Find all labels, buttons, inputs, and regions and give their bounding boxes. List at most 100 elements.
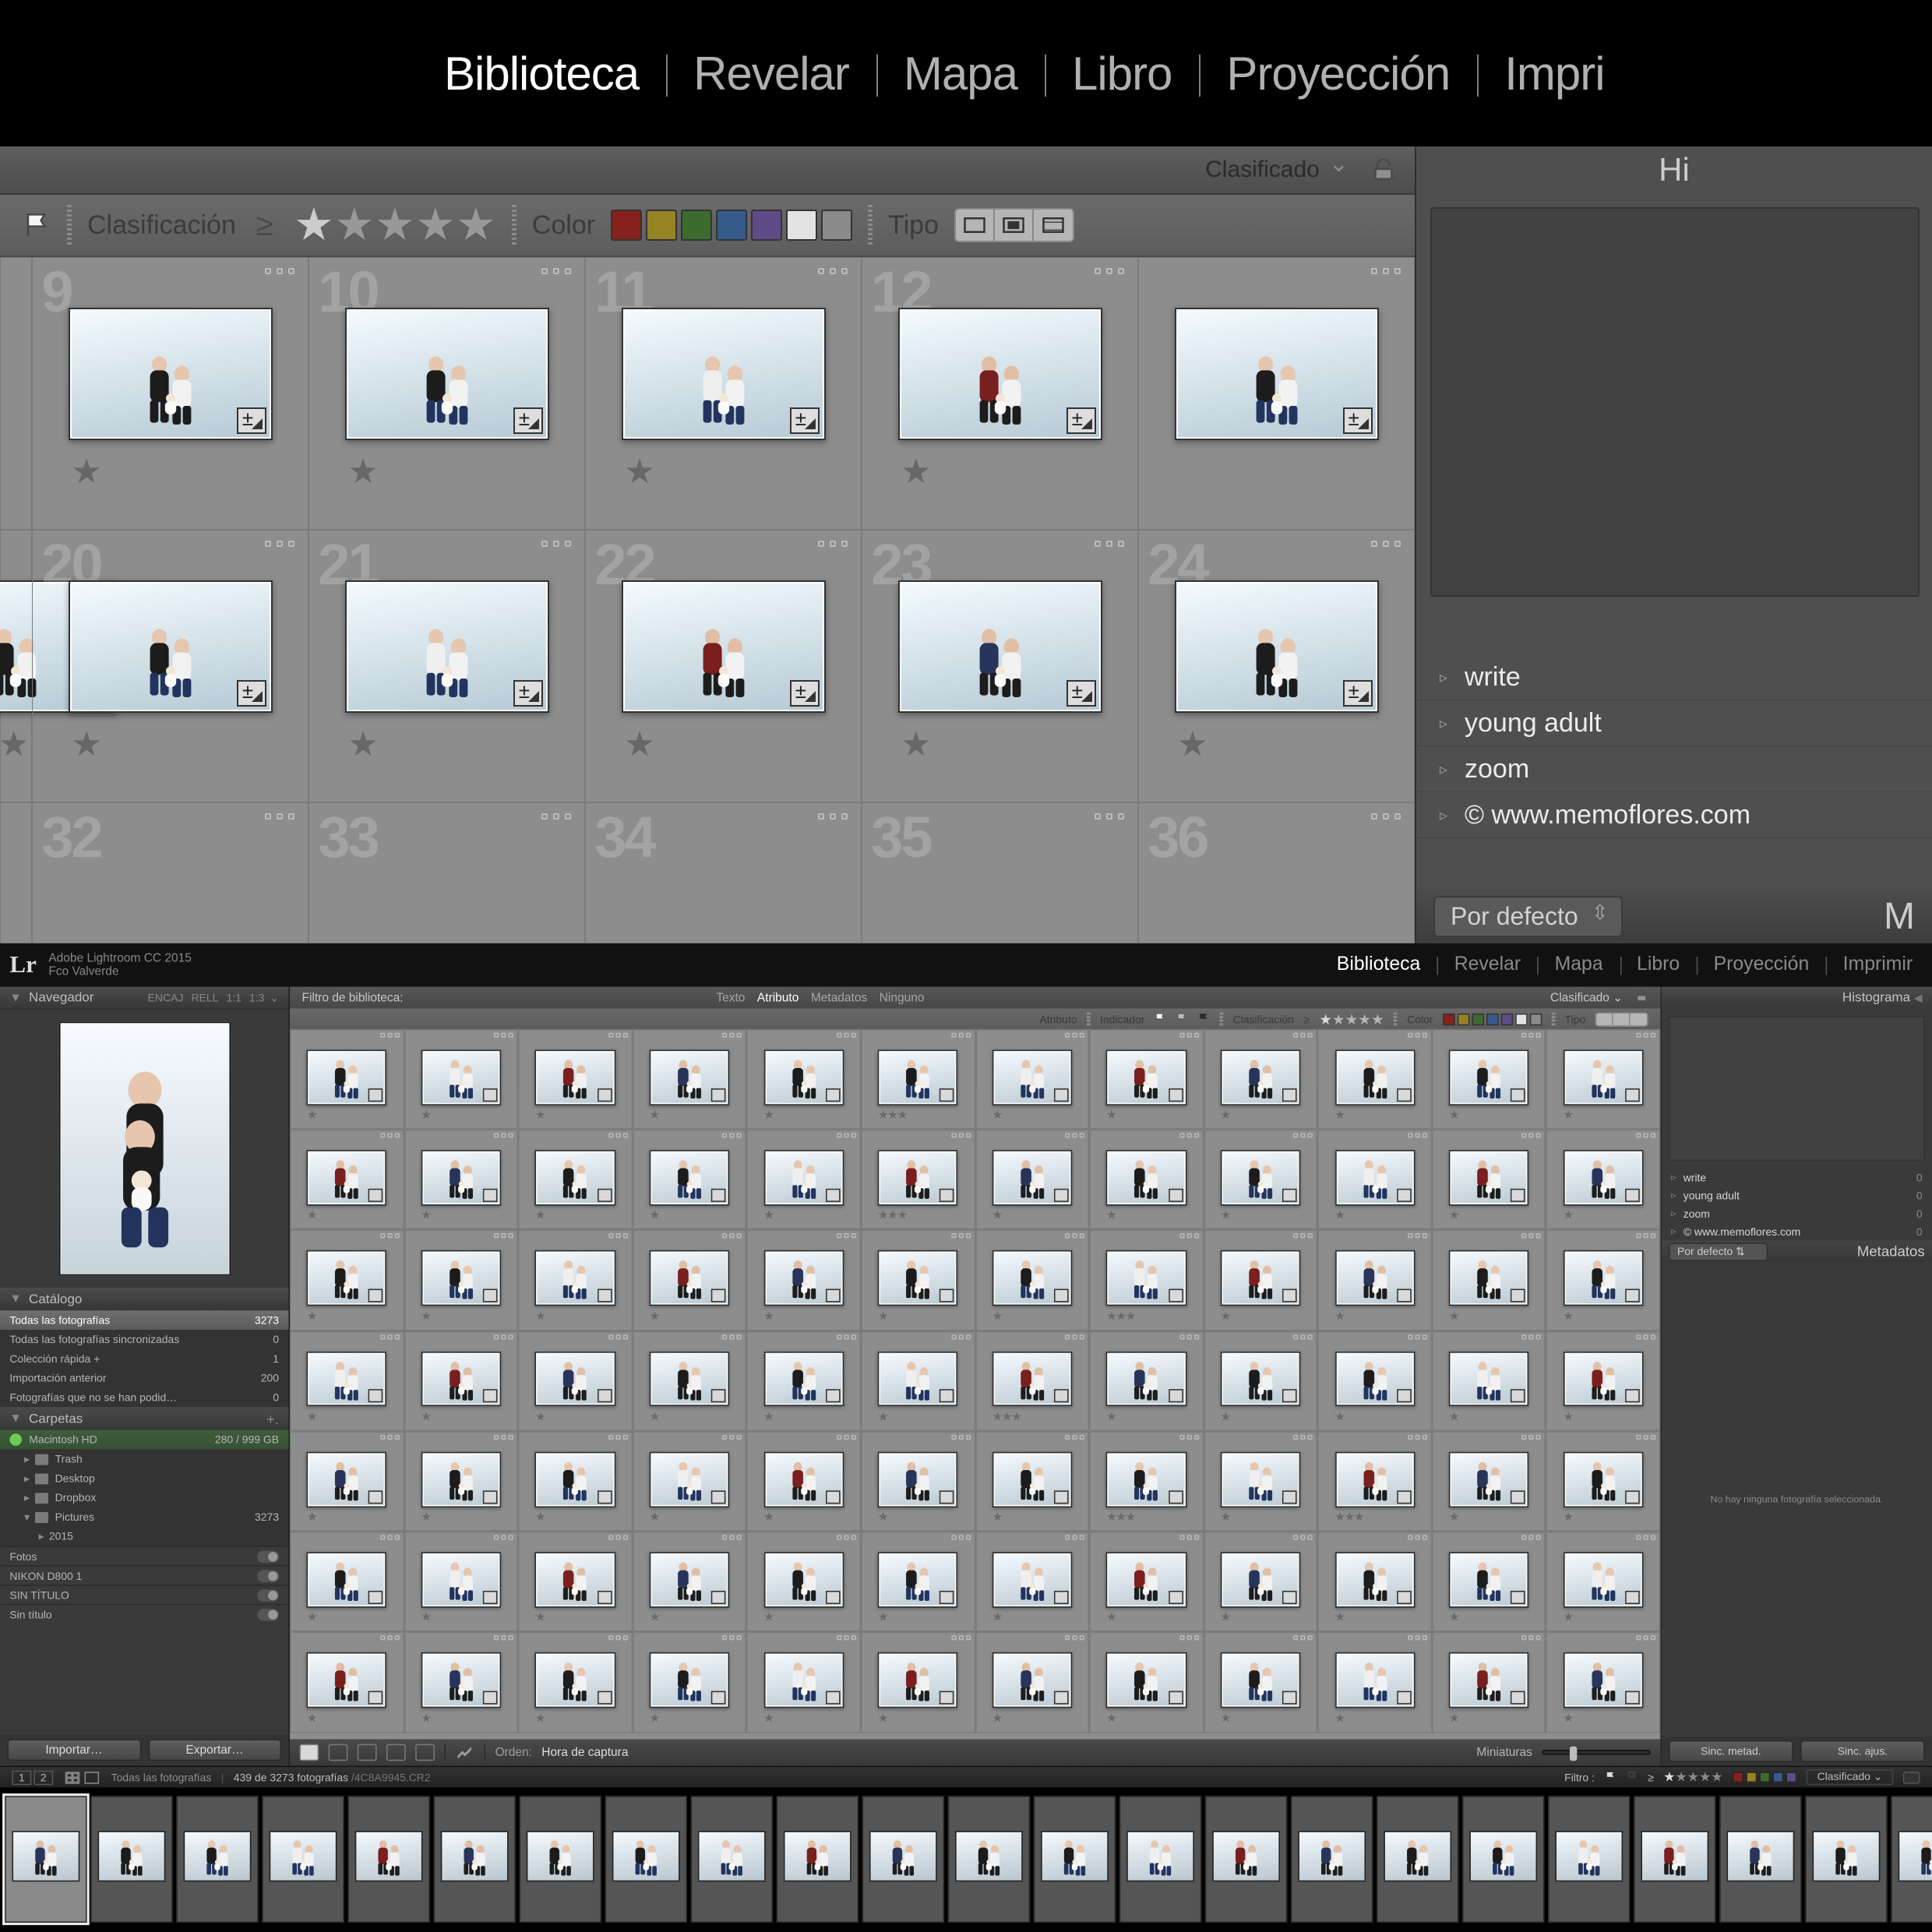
filter-colors[interactable]: [1733, 1772, 1796, 1782]
thumbnail-s[interactable]: [1564, 1352, 1644, 1407]
grid-cell-s[interactable]: ★: [746, 1532, 861, 1632]
module-imprimir-s[interactable]: Imprimir: [1833, 954, 1922, 976]
rating-stars-cell[interactable]: ★: [421, 1109, 430, 1123]
rating-stars-cell[interactable]: ★: [763, 1109, 773, 1123]
module-revelar-s[interactable]: Revelar: [1444, 954, 1530, 976]
grid-cell-s[interactable]: ★: [975, 1130, 1090, 1230]
keyword-row[interactable]: ▹young adult: [1416, 700, 1932, 746]
keyword-row-s[interactable]: ▹ zoom0: [1662, 1204, 1932, 1222]
swatch-blue-s[interactable]: [1486, 1013, 1499, 1025]
tab-atributo[interactable]: Atributo: [757, 991, 799, 1004]
thumbnail-s[interactable]: [307, 1553, 387, 1608]
thumbnail-s[interactable]: [1221, 1251, 1301, 1306]
thumbnail[interactable]: [622, 308, 826, 440]
rating-stars-cell[interactable]: ★: [992, 1612, 1001, 1625]
filmstrip-thumb[interactable]: [1041, 1831, 1109, 1881]
panel-toggle-icon[interactable]: [257, 1588, 279, 1601]
filmstrip-cell[interactable]: [1034, 1796, 1116, 1923]
grid-cell-s[interactable]: ★: [1432, 1331, 1546, 1431]
thumbnail-s[interactable]: [763, 1251, 844, 1306]
view-loupe-icon[interactable]: [85, 1772, 100, 1784]
rating-stars-cell[interactable]: ★: [1449, 1411, 1458, 1424]
grid-cell-s[interactable]: ★: [746, 1632, 861, 1733]
swatch-purple-s[interactable]: [1500, 1013, 1513, 1025]
grid-cell-s[interactable]: ★: [975, 1532, 1090, 1632]
thumbnail-s[interactable]: [878, 1653, 958, 1708]
filter-flag-reject[interactable]: [1626, 1770, 1638, 1785]
grid-cell-s[interactable]: ★: [975, 1029, 1090, 1130]
rating-stars-cell[interactable]: ★★★: [878, 1109, 907, 1123]
rating-stars-cell[interactable]: ★: [1334, 1411, 1344, 1424]
grid-cell-s[interactable]: ★: [633, 1130, 747, 1230]
thumbnail-s[interactable]: [1334, 1049, 1415, 1105]
grid-cell[interactable]: 33: [308, 802, 585, 943]
filmstrip-thumb[interactable]: [1641, 1831, 1708, 1881]
filmstrip-thumb[interactable]: [869, 1831, 937, 1881]
rating-stars-cell[interactable]: ★: [1106, 1210, 1116, 1223]
thumbnail-s[interactable]: [1106, 1251, 1186, 1306]
thumbnail-s[interactable]: [1221, 1653, 1301, 1708]
rating-stars-cell[interactable]: ★: [763, 1210, 773, 1223]
secondary-display[interactable]: 12: [12, 1770, 54, 1785]
rating-stars-cell[interactable]: ★★★: [992, 1411, 1021, 1424]
swatch-yellow-s[interactable]: [1458, 1013, 1470, 1025]
module-biblioteca[interactable]: Biblioteca: [417, 47, 666, 100]
rating-star-icon[interactable]: ★: [347, 452, 378, 492]
collapsed-panel[interactable]: Sin título: [0, 1604, 288, 1624]
rating-star-icon[interactable]: ★: [624, 724, 654, 764]
rating-stars-cell[interactable]: ★: [307, 1712, 316, 1726]
rating-stars-cell[interactable]: ★: [1106, 1109, 1116, 1123]
star-3-icon[interactable]: ★: [375, 203, 415, 248]
rating-stars-cell[interactable]: ★: [650, 1612, 659, 1625]
grid-cell-s[interactable]: ★: [1546, 1532, 1661, 1632]
filter-preset-dropdown[interactable]: Clasificado: [1205, 157, 1349, 184]
rating-stars[interactable]: ★ ★ ★ ★ ★: [294, 203, 496, 248]
flag-unflagged-icon[interactable]: [23, 211, 51, 239]
thumbnail-s[interactable]: [763, 1150, 844, 1205]
folder-row[interactable]: ▸ 2015: [0, 1527, 288, 1546]
thumbnail-s[interactable]: [535, 1553, 615, 1608]
people-view-icon[interactable]: [415, 1744, 435, 1761]
rating-stars-cell[interactable]: ★: [763, 1411, 773, 1424]
thumbnail-s[interactable]: [421, 1352, 502, 1407]
grid-cell-s[interactable]: ★: [975, 1431, 1090, 1532]
survey-view-icon[interactable]: [386, 1744, 406, 1761]
thumbnail-s[interactable]: [878, 1553, 958, 1608]
folder-row[interactable]: ▾ Pictures3273: [0, 1507, 288, 1527]
rating-stars-cell[interactable]: ★: [307, 1411, 316, 1424]
filmstrip-thumb[interactable]: [955, 1831, 1023, 1881]
filmstrip-cell[interactable]: [605, 1796, 687, 1923]
thumbnail-s[interactable]: [1106, 1352, 1186, 1407]
filter-switch-icon[interactable]: [1903, 1772, 1920, 1784]
rating-stars-cell[interactable]: ★: [1563, 1712, 1572, 1726]
sync-metadata-button[interactable]: Sinc. metad.: [1669, 1740, 1793, 1762]
thumbnail-s[interactable]: [535, 1251, 615, 1306]
rating-stars-cell[interactable]: ★: [535, 1411, 545, 1424]
thumbnail-s[interactable]: [650, 1251, 730, 1306]
grid-cell-s[interactable]: ★: [975, 1230, 1090, 1331]
grid-cell-s[interactable]: ★: [1546, 1632, 1661, 1733]
swatch-purple[interactable]: [751, 210, 782, 241]
type-filter-s[interactable]: [1595, 1012, 1648, 1027]
rating-stars-cell[interactable]: ★: [421, 1310, 430, 1324]
thumbnail-s[interactable]: [650, 1653, 730, 1708]
grid-cell[interactable]: [1138, 257, 1415, 530]
grid-cell-s[interactable]: ★: [861, 1532, 975, 1632]
rating-stars-cell[interactable]: ★: [1449, 1109, 1458, 1123]
catalog-item[interactable]: Todas las fotografías sincronizadas0: [0, 1330, 288, 1349]
thumbnail-s[interactable]: [421, 1653, 502, 1708]
thumbnail-s[interactable]: [1564, 1049, 1644, 1105]
filmstrip-cell[interactable]: [1119, 1796, 1201, 1923]
thumbnail[interactable]: [69, 308, 273, 440]
rating-stars-cell[interactable]: ★★★: [1106, 1310, 1135, 1324]
grid-cell-s[interactable]: ★: [633, 1632, 747, 1733]
grid-cell-s[interactable]: ★: [1204, 1029, 1318, 1130]
thumbnail-s[interactable]: [992, 1653, 1073, 1708]
rating-stars-cell[interactable]: ★★★: [1106, 1511, 1135, 1525]
rating-stars-cell[interactable]: ★: [1563, 1612, 1572, 1625]
rating-stars-cell[interactable]: ★: [878, 1712, 887, 1726]
rating-stars-cell[interactable]: ★: [1563, 1511, 1572, 1525]
grid-cell[interactable]: 12 ★: [862, 257, 1138, 530]
grid-cell[interactable]: 34: [585, 802, 862, 943]
filmstrip-cell[interactable]: [5, 1796, 86, 1923]
